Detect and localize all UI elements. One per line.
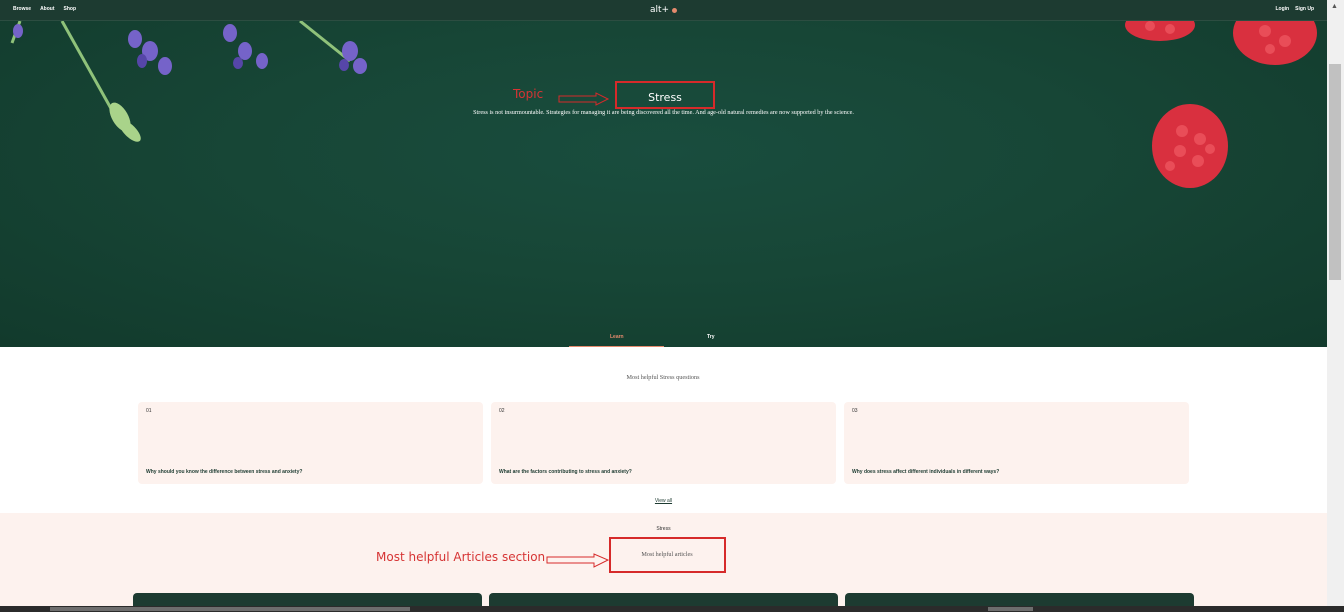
brand-dot-icon xyxy=(672,7,678,13)
article-card-3[interactable] xyxy=(845,593,1194,606)
topic-annotation-label: Topic xyxy=(513,87,544,101)
hero-section: Stress Stress is not insurmountable. Str… xyxy=(0,21,1327,347)
brand-logo[interactable]: alt+ xyxy=(650,5,678,15)
view-all-link[interactable]: View all xyxy=(655,498,672,504)
questions-section: Most helpful Stress questions 01 Why sho… xyxy=(0,347,1327,513)
topic-highlight-box xyxy=(615,81,715,109)
nav-right-links: Login Sign Up xyxy=(1276,6,1315,12)
articles-highlight-box xyxy=(609,537,726,573)
articles-annotation-label: Most helpful Articles section xyxy=(376,550,546,564)
question-number: 03 xyxy=(852,408,858,414)
nav-left-links: Browse About Shop xyxy=(13,6,76,12)
login-link[interactable]: Login xyxy=(1276,6,1290,12)
articles-kicker: Stress xyxy=(656,526,671,532)
topic-arrow-icon xyxy=(558,92,610,106)
view-all-container: View all xyxy=(0,489,1327,507)
scroll-up-icon[interactable]: ▲ xyxy=(1331,3,1338,10)
question-text: What are the factors contributing to str… xyxy=(499,469,632,475)
browser-viewport: Browse About Shop alt+ Login Sign Up Str… xyxy=(0,0,1327,606)
nav-link-about[interactable]: About xyxy=(40,6,54,12)
horizontal-scrollbar[interactable] xyxy=(0,606,1344,612)
topic-tabs: Learn Try xyxy=(569,334,759,347)
question-text: Why does stress affect different individ… xyxy=(852,469,1000,475)
signup-link[interactable]: Sign Up xyxy=(1295,6,1314,12)
scroll-thumb[interactable] xyxy=(1329,64,1341,280)
question-card-2[interactable]: 02 What are the factors contributing to … xyxy=(491,402,836,484)
question-number: 01 xyxy=(146,408,152,414)
nav-link-shop[interactable]: Shop xyxy=(64,6,77,12)
article-card-2[interactable] xyxy=(489,593,838,606)
questions-heading: Most helpful Stress questions xyxy=(626,374,700,381)
topic-description: Stress is not insurmountable. Strategies… xyxy=(473,109,854,116)
tab-try[interactable]: Try xyxy=(707,334,715,340)
question-number: 02 xyxy=(499,408,505,414)
articles-arrow-icon xyxy=(546,553,610,568)
top-navigation: Browse About Shop alt+ Login Sign Up xyxy=(0,0,1327,21)
brand-text: alt+ xyxy=(650,5,670,15)
vertical-scrollbar[interactable]: ▲ xyxy=(1327,0,1344,606)
question-card-1[interactable]: 01 Why should you know the difference be… xyxy=(138,402,483,484)
question-card-3[interactable]: 03 Why does stress affect different indi… xyxy=(844,402,1189,484)
article-card-1[interactable] xyxy=(133,593,482,606)
taskbar-item[interactable] xyxy=(988,607,1033,611)
nav-link-browse[interactable]: Browse xyxy=(13,6,31,12)
tab-learn[interactable]: Learn xyxy=(610,334,624,340)
question-text: Why should you know the difference betwe… xyxy=(146,469,303,475)
horizontal-scroll-thumb[interactable] xyxy=(50,607,410,611)
lavender-decoration xyxy=(10,21,367,142)
